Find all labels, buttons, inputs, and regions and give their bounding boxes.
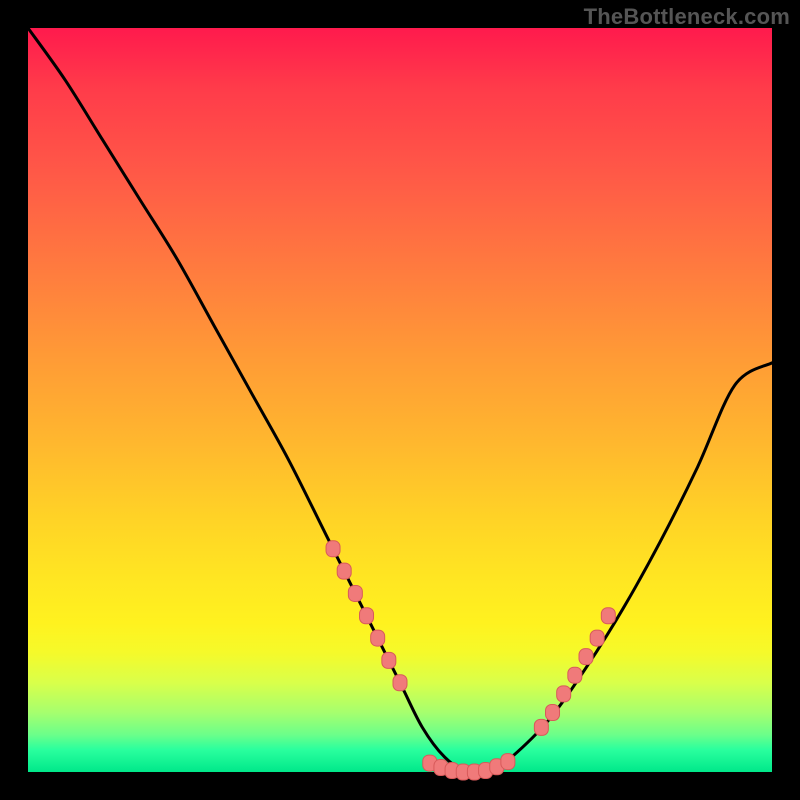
marker-right-5 xyxy=(590,630,604,646)
marker-left-1 xyxy=(337,563,351,579)
data-markers xyxy=(326,541,615,780)
marker-bottom-7 xyxy=(501,754,515,770)
bottleneck-curve xyxy=(28,28,772,774)
marker-left-0 xyxy=(326,541,340,557)
marker-left-6 xyxy=(393,675,407,691)
chart-frame: TheBottleneck.com xyxy=(0,0,800,800)
marker-left-4 xyxy=(371,630,385,646)
marker-right-4 xyxy=(579,649,593,665)
plot-area xyxy=(28,28,772,772)
marker-left-3 xyxy=(360,608,374,624)
marker-right-3 xyxy=(568,667,582,683)
marker-right-1 xyxy=(546,704,560,720)
marker-left-2 xyxy=(348,585,362,601)
chart-svg xyxy=(28,28,772,772)
marker-right-0 xyxy=(534,719,548,735)
curve-path xyxy=(28,28,772,774)
marker-right-6 xyxy=(601,608,615,624)
watermark-text: TheBottleneck.com xyxy=(584,4,790,30)
marker-left-5 xyxy=(382,652,396,668)
marker-right-2 xyxy=(557,686,571,702)
